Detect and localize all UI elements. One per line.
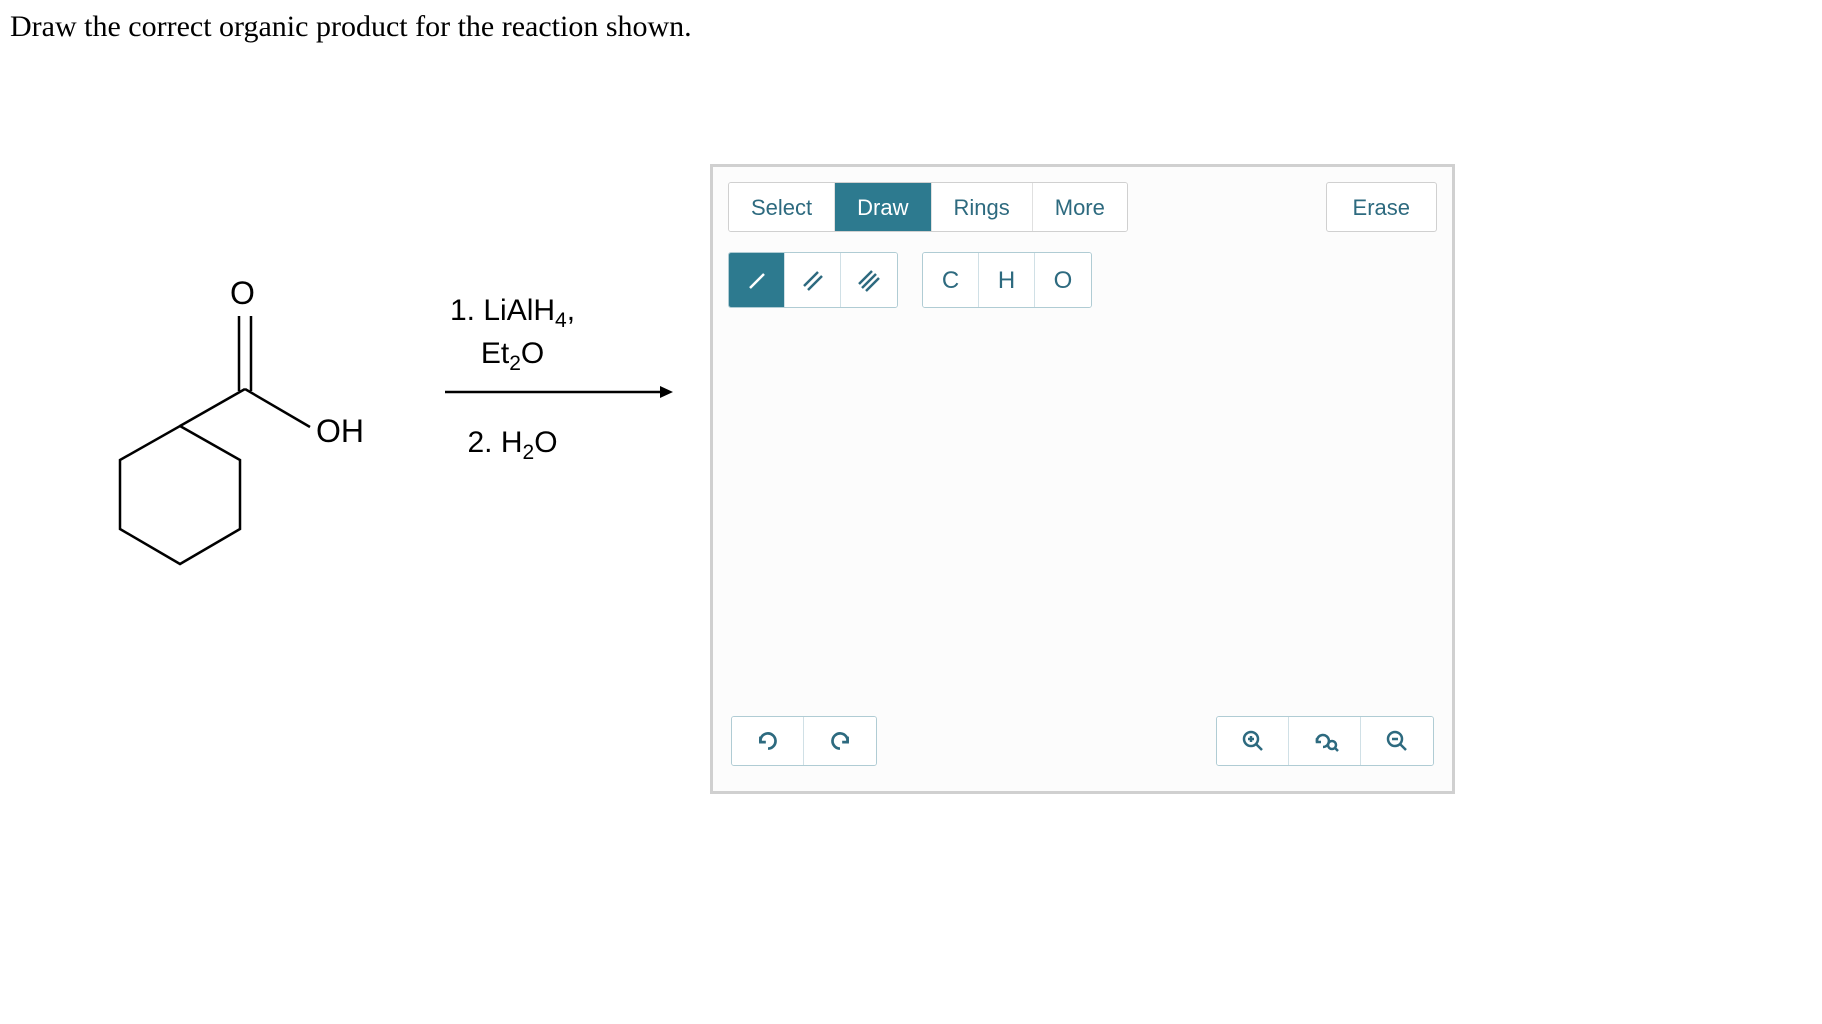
triple-bond-tool[interactable] bbox=[841, 253, 897, 308]
reaction-conditions: 1. LiAlH4, Et2O 2. H2O bbox=[450, 294, 575, 465]
zoom-group bbox=[1216, 716, 1434, 766]
reagent-step-2: 2. H2O bbox=[450, 426, 575, 465]
bottom-controls bbox=[731, 716, 1434, 766]
atom-tool-group: C H O bbox=[922, 252, 1092, 308]
tab-draw[interactable]: Draw bbox=[835, 183, 931, 231]
double-bond-tool[interactable] bbox=[785, 253, 841, 308]
undo-redo-group bbox=[731, 716, 877, 766]
toolbar-tools-row: C H O bbox=[728, 252, 1437, 308]
undo-button[interactable] bbox=[732, 717, 804, 765]
toolbar-tabs-row: Select Draw Rings More Erase bbox=[728, 182, 1437, 232]
triple-bond-icon bbox=[857, 269, 881, 293]
zoom-out-icon bbox=[1385, 729, 1409, 753]
reagent-solvent: Et2O bbox=[450, 337, 575, 376]
undo-icon bbox=[755, 728, 781, 754]
reset-zoom-button[interactable] bbox=[1289, 717, 1361, 765]
content-area: O OH 1. LiAlH4, Et2O 2. H2O Select Draw … bbox=[10, 164, 1812, 794]
atom-oxygen-tool[interactable]: O bbox=[1035, 253, 1091, 308]
reagent-step-1: 1. LiAlH4, bbox=[450, 294, 575, 333]
single-bond-icon bbox=[745, 269, 769, 293]
reaction-arrow bbox=[445, 382, 675, 412]
bond-tool-group bbox=[728, 252, 898, 308]
zoom-in-icon bbox=[1241, 729, 1265, 753]
single-bond-tool[interactable] bbox=[729, 253, 785, 308]
carbonyl-oxygen-label: O bbox=[230, 275, 255, 311]
question-prompt: Draw the correct organic product for the… bbox=[10, 10, 1812, 44]
erase-button[interactable]: Erase bbox=[1326, 182, 1437, 232]
tab-rings[interactable]: Rings bbox=[932, 183, 1033, 231]
reset-zoom-icon bbox=[1310, 729, 1340, 753]
hydroxyl-label: OH bbox=[316, 413, 364, 449]
zoom-in-button[interactable] bbox=[1217, 717, 1289, 765]
double-bond-icon bbox=[801, 269, 825, 293]
atom-carbon-tool[interactable]: C bbox=[923, 253, 979, 308]
chemical-drawing-panel: Select Draw Rings More Erase bbox=[710, 164, 1455, 794]
redo-icon bbox=[827, 728, 853, 754]
tab-select[interactable]: Select bbox=[729, 183, 835, 231]
tab-more[interactable]: More bbox=[1033, 183, 1127, 231]
reaction-scheme: O OH 1. LiAlH4, Et2O 2. H2O bbox=[10, 164, 710, 794]
mode-tab-group: Select Draw Rings More bbox=[728, 182, 1128, 232]
zoom-out-button[interactable] bbox=[1361, 717, 1433, 765]
redo-button[interactable] bbox=[804, 717, 876, 765]
starting-material-structure: O OH bbox=[80, 264, 410, 644]
atom-hydrogen-tool[interactable]: H bbox=[979, 253, 1035, 308]
